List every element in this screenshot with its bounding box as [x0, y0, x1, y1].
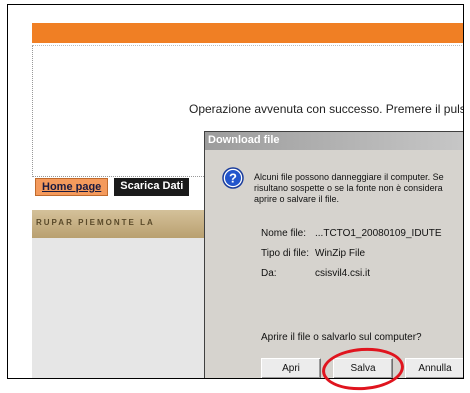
open-button[interactable]: Apri: [261, 358, 321, 378]
file-name-label: Nome file:: [261, 228, 307, 239]
warning-line: Alcuni file possono danneggiare il compu…: [254, 172, 444, 182]
left-grey-area: [32, 238, 212, 378]
dialog-title: Download file: [208, 134, 280, 146]
file-from-value: csisvil4.csi.it: [315, 268, 371, 279]
file-type-label: Tipo di file:: [261, 248, 309, 259]
header-orange-bar: [32, 23, 463, 43]
scarica-dati-link[interactable]: Scarica Dati: [114, 178, 190, 196]
browser-page: Operazione avvenuta con successo. Premer…: [7, 4, 464, 379]
question-icon: ?: [222, 167, 244, 189]
nav-bar: Home page Scarica Dati: [35, 178, 190, 196]
success-message: Operazione avvenuta con successo. Premer…: [189, 102, 464, 116]
warning-line: aprire o salvare il file.: [254, 194, 340, 204]
download-file-dialog: Download file ? Alcuni file possono dann…: [204, 131, 463, 378]
file-type-value: WinZip File: [315, 248, 366, 259]
rupar-banner-text: RUPAR PIEMONTE LA: [36, 218, 155, 227]
svg-text:?: ?: [229, 171, 237, 186]
warning-text: Alcuni file possono danneggiare il compu…: [254, 172, 463, 205]
warning-line: risultano sospette o se la fonte non è c…: [254, 183, 443, 193]
file-from-label: Da:: [261, 268, 277, 279]
rupar-banner: RUPAR PIEMONTE LA: [32, 210, 212, 238]
dialog-titlebar[interactable]: Download file: [205, 132, 463, 150]
home-page-link[interactable]: Home page: [35, 178, 109, 196]
cancel-button[interactable]: Annulla: [405, 358, 463, 378]
open-or-save-prompt: Aprire il file o salvarlo sul computer?: [261, 332, 422, 343]
file-name-value: ...TCTO1_20080109_IDUTE: [315, 228, 442, 239]
